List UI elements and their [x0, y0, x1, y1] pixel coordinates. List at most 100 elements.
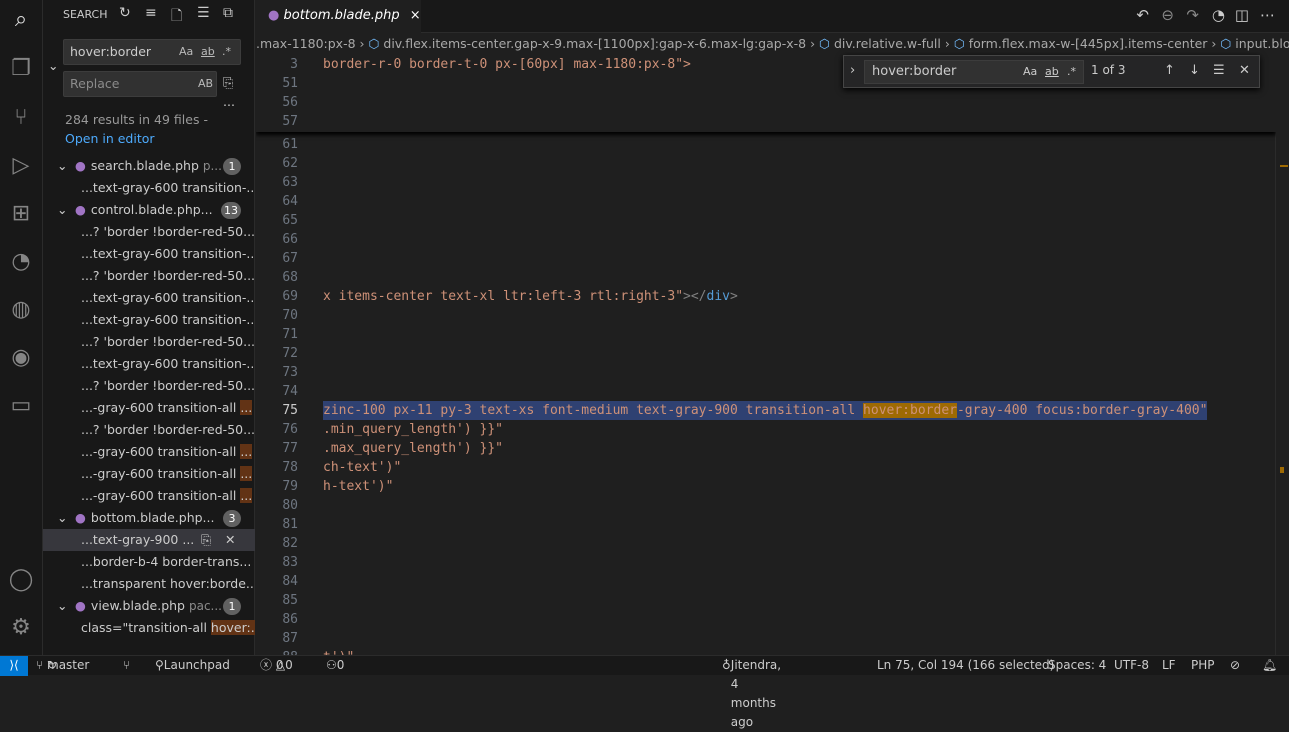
copilot-icon[interactable]: ⊘ [1230, 656, 1240, 675]
more-options-button[interactable]: ... [223, 94, 235, 109]
chevron-down-icon[interactable]: ⌄ [57, 155, 75, 177]
indentation-status[interactable]: Spaces: 4 [1048, 656, 1106, 675]
extensions-icon[interactable]: ⊞ [7, 200, 35, 228]
dismiss-icon[interactable]: ✕ [225, 529, 235, 551]
result-match[interactable]: ...text-gray-900 ... ⎘ ✕ [43, 529, 255, 551]
code-line[interactable]: 82 [256, 534, 1276, 553]
code-line[interactable]: 83 [256, 553, 1276, 572]
code-line[interactable]: 72 [256, 344, 1276, 363]
result-match[interactable]: ...? 'border !border-red-50... [43, 331, 255, 353]
result-match[interactable]: ...text-gray-600 transition-... [43, 353, 255, 375]
code-line[interactable]: 61 [256, 135, 1276, 154]
more-actions-icon[interactable]: ⋯ [1260, 6, 1275, 24]
result-match[interactable]: class="transition-all hover:... [43, 617, 255, 639]
result-match[interactable]: ...? 'border !border-red-50... [43, 375, 255, 397]
find-match-case[interactable]: Aa [1023, 61, 1037, 83]
result-file[interactable]: ⌄ ● search.blade.php p... 1 [43, 155, 255, 177]
code-line[interactable]: 66 [256, 230, 1276, 249]
github-icon[interactable]: ◉ [7, 344, 35, 372]
result-match[interactable]: ...? 'border !border-red-50... [43, 221, 255, 243]
gear-icon[interactable]: ⚙ [7, 614, 35, 642]
find-input[interactable]: hover:border Aa ab .* [864, 60, 1084, 84]
git-lens-icon[interactable]: ◔ [1212, 6, 1225, 24]
result-match[interactable]: ...-gray-600 transition-all ... [43, 485, 255, 507]
code-line[interactable]: 57 [256, 112, 1276, 131]
breadcrumb-item[interactable]: div.relative.w-full [834, 36, 941, 51]
code-line[interactable]: 71 [256, 325, 1276, 344]
files-icon[interactable]: ❐ [7, 55, 35, 83]
code-line[interactable]: 84 [256, 572, 1276, 591]
result-match[interactable]: ...-gray-600 transition-all ... [43, 397, 255, 419]
code-line[interactable]: 88t')" [256, 648, 1276, 655]
result-match[interactable]: ...text-gray-600 transition-... [43, 243, 255, 265]
code-line[interactable]: 85 [256, 591, 1276, 610]
code-line[interactable]: 74 [256, 382, 1276, 401]
replace-icon[interactable]: ⎘ [201, 529, 211, 551]
search-icon[interactable]: ⌕ [7, 6, 35, 34]
result-match[interactable]: ...text-gray-600 transition-... [43, 287, 255, 309]
code-line[interactable]: 68 [256, 268, 1276, 287]
chevron-down-icon[interactable]: ⌄ [57, 595, 75, 617]
close-tab-icon[interactable]: × [410, 8, 421, 23]
breadcrumb-item[interactable]: .max-1180:px-8 [256, 36, 356, 51]
code-line[interactable]: 75 zinc-100 px-11 py-3 text-xs font-mediu… [256, 401, 1276, 420]
find-whole-word[interactable]: ab [1045, 61, 1059, 83]
breadcrumb-item[interactable]: input.block.w-full [1235, 36, 1289, 51]
vertical-scrollbar[interactable] [1275, 55, 1289, 655]
git-icon[interactable]: ⑂ [123, 656, 130, 675]
result-match[interactable]: ...-gray-600 transition-all ... [43, 441, 255, 463]
code-line[interactable]: 77 .max_query_length') }}" [256, 439, 1276, 458]
branch-status[interactable]: ⑂ master ↻ [36, 656, 89, 675]
breadcrumb-item[interactable]: div.flex.items-center.gap-x-9.max-[1100p… [383, 36, 806, 51]
result-match[interactable]: ...? 'border !border-red-50... [43, 265, 255, 287]
tab-bottom-blade[interactable]: ● bottom.blade.php × [256, 0, 421, 33]
result-match[interactable]: ...? 'border !border-red-50... [43, 419, 255, 441]
close-find-icon[interactable]: ✕ [1239, 63, 1250, 78]
code-line[interactable]: 86 [256, 610, 1276, 629]
clear-results-icon[interactable]: ≡ [145, 5, 157, 21]
encoding-status[interactable]: UTF-8 [1114, 656, 1149, 675]
code-line[interactable]: 56 [256, 93, 1276, 112]
result-file[interactable]: ⌄ ● control.blade.php... 13 [43, 199, 255, 221]
regex-toggle[interactable]: .* [222, 40, 231, 64]
open-in-editor-link[interactable]: Open in editor [65, 131, 155, 146]
split-editor-icon[interactable]: ◫ [1235, 6, 1249, 24]
refresh-icon[interactable]: ↻ [119, 5, 131, 21]
find-in-selection-icon[interactable]: ☰ [1213, 63, 1225, 78]
result-match[interactable]: ...text-gray-600 transition-... [43, 309, 255, 331]
code-line[interactable]: 64 [256, 192, 1276, 211]
toggle-replace-chevron-icon[interactable]: ⌄ [48, 58, 58, 73]
pull-request-icon[interactable]: ◍ [7, 296, 35, 324]
problems-status[interactable]: ⓧ 0 △ 0 [260, 656, 293, 675]
remote-icon[interactable]: ⟩⟨ [0, 656, 28, 676]
blame-status[interactable]: ♁ Jitendra, 4 months ago [722, 656, 781, 729]
code-line[interactable]: 78 ch-text')" [256, 458, 1276, 477]
cursor-position[interactable]: Ln 75, Col 194 (166 selected) [877, 656, 1054, 675]
code-line[interactable]: 76 .min_query_length') }}" [256, 420, 1276, 439]
result-match[interactable]: ...transparent hover:borde... [43, 573, 255, 595]
comments-icon[interactable]: ▭ [7, 392, 35, 420]
run-debug-icon[interactable]: ▷ [7, 152, 35, 180]
view-as-tree-icon[interactable]: ☰ [197, 5, 210, 21]
code-line[interactable]: 70 [256, 306, 1276, 325]
go-forward-icon[interactable]: ↷ [1186, 6, 1199, 24]
ports-status[interactable]: ⚇ 0 [326, 656, 344, 675]
toggle-replace-icon[interactable]: › [850, 63, 855, 78]
previous-match-icon[interactable]: ↑ [1164, 63, 1175, 78]
code-line[interactable]: 65 [256, 211, 1276, 230]
result-file[interactable]: ⌄ ● bottom.blade.php... 3 [43, 507, 255, 529]
source-control-icon[interactable]: ⑂ [7, 104, 35, 132]
code-editor[interactable]: 3 border-r-0 border-t-0 px-[60px] max-118… [256, 55, 1276, 655]
search-input[interactable]: hover:border Aa ab .* [63, 39, 241, 65]
notifications-icon[interactable]: 🔔︎ [1262, 656, 1277, 675]
preserve-case-toggle[interactable]: AB [198, 72, 213, 96]
chevron-down-icon[interactable]: ⌄ [57, 507, 75, 529]
result-match[interactable]: ...-gray-600 transition-all ... [43, 463, 255, 485]
result-file[interactable]: ⌄ ● view.blade.php pac... 1 [43, 595, 255, 617]
code-line[interactable]: 81 [256, 515, 1276, 534]
whole-word-toggle[interactable]: ab [201, 40, 215, 64]
eol-status[interactable]: LF [1162, 656, 1176, 675]
match-case-toggle[interactable]: Aa [179, 40, 193, 64]
new-search-editor-icon[interactable]: 🗋 [171, 5, 182, 29]
chevron-down-icon[interactable]: ⌄ [57, 199, 75, 221]
